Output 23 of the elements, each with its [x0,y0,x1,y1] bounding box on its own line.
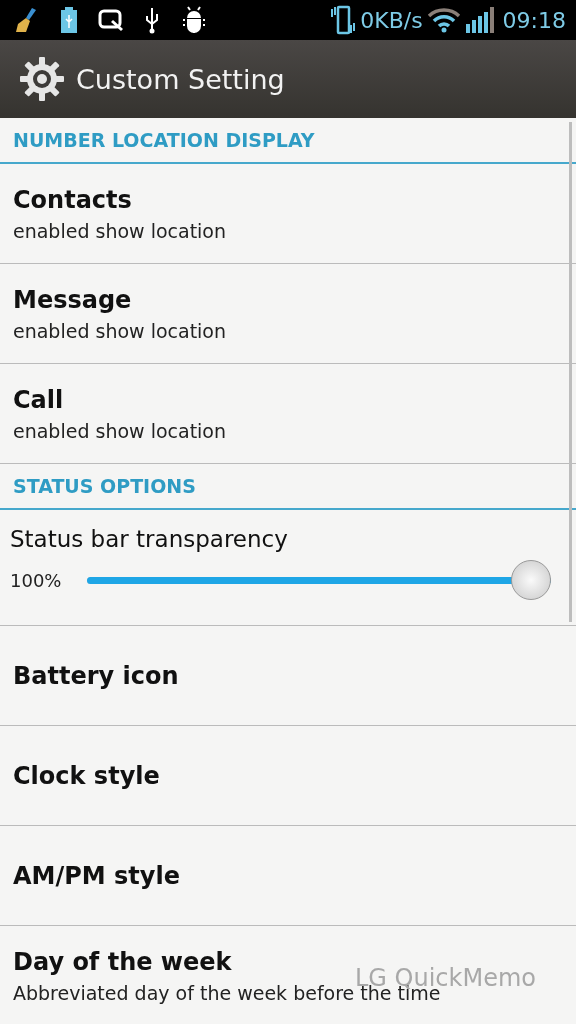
settings-item[interactable]: AM/PM style [0,826,576,926]
settings-item[interactable]: Contacts enabled show location [0,164,576,264]
section-header: STATUS OPTIONS [0,464,576,510]
slider-handle[interactable] [511,560,551,600]
screen-title: Custom Setting [76,63,285,95]
settings-item[interactable]: Battery icon [0,626,576,726]
section-header: NUMBER LOCATION DISPLAY [0,118,576,164]
network-speed: 0KB/s [360,7,423,33]
usb-icon [144,6,160,34]
gear-icon[interactable] [18,55,66,103]
settings-item[interactable]: Call enabled show location [0,364,576,464]
slider-value: 100% [10,569,62,591]
quickmemo-icon [98,8,124,32]
setting-label: Status bar transparency [10,526,289,552]
android-bug-icon [180,6,208,34]
battery-usb-icon [60,6,78,34]
clock: 09:18 [502,7,566,33]
signal-icon [464,6,495,34]
wifi-icon [426,7,461,33]
settings-item[interactable]: Message enabled show location [0,264,576,364]
settings-item[interactable]: Clock style [0,726,576,826]
transparency-slider[interactable] [87,560,551,600]
vibrate-icon [330,5,357,35]
